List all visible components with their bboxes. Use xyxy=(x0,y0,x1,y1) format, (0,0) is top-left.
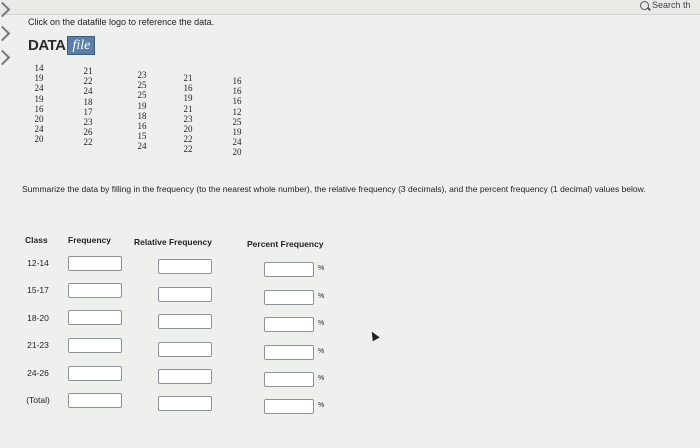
search-text: Search th xyxy=(652,0,691,10)
data-value: 15 xyxy=(137,131,147,142)
data-value: 25 xyxy=(137,80,147,91)
frequency-input[interactable] xyxy=(68,366,122,381)
left-edge-nav xyxy=(0,0,11,448)
percent-sign: % xyxy=(318,402,325,409)
data-value: 21 xyxy=(83,66,93,76)
mouse-cursor xyxy=(368,329,380,342)
chevron-right-icon[interactable] xyxy=(0,49,11,66)
data-value: 19 xyxy=(232,127,242,138)
percent-sign: % xyxy=(318,265,325,272)
data-value: 21 xyxy=(183,103,193,114)
data-value: 24 xyxy=(137,141,147,152)
data-column: 23 25 25 19 18 16 15 24 xyxy=(132,70,152,152)
data-value: 23 xyxy=(137,70,147,80)
data-value: 19 xyxy=(34,73,44,84)
class-label: 12-14 xyxy=(27,258,49,268)
data-value: 20 xyxy=(34,134,44,145)
data-value: 16 xyxy=(183,83,193,94)
data-value: 22 xyxy=(83,76,93,87)
data-column: 21 22 24 18 17 23 26 22 xyxy=(78,66,98,148)
datafile-logo[interactable]: DATA file xyxy=(28,36,96,55)
question-prompt: Summarize the data by filling in the fre… xyxy=(22,184,646,194)
search-icon xyxy=(640,0,649,10)
percent-sign: % xyxy=(318,320,325,327)
data-value: 19 xyxy=(34,93,44,104)
data-value: 16 xyxy=(137,121,147,132)
data-value: 24 xyxy=(34,124,44,135)
data-column: 16 16 16 12 25 19 24 20 xyxy=(227,76,247,158)
class-label: 21-23 xyxy=(27,340,49,350)
relative-frequency-input[interactable] xyxy=(158,396,212,411)
percent-sign: % xyxy=(318,348,325,355)
data-value: 19 xyxy=(183,93,193,104)
data-column: 14 19 24 19 16 20 24 20 xyxy=(29,63,49,145)
data-value: 20 xyxy=(34,114,44,125)
data-value: 23 xyxy=(183,113,193,124)
percent-frequency-input[interactable] xyxy=(264,372,314,387)
header-percent-frequency: Percent Frequency xyxy=(247,239,324,249)
percent-sign: % xyxy=(318,375,325,382)
logo-word: DATA xyxy=(28,37,66,54)
data-value: 18 xyxy=(83,96,93,107)
browser-top-bar: Search th xyxy=(0,0,700,15)
data-value: 14 xyxy=(34,63,44,73)
instruction-text: Click on the datafile logo to reference … xyxy=(28,17,215,27)
header-class: Class xyxy=(25,235,48,245)
data-value: 12 xyxy=(232,106,242,117)
relative-frequency-input[interactable] xyxy=(158,369,212,384)
data-value: 22 xyxy=(183,134,193,145)
data-value: 20 xyxy=(232,147,242,158)
data-value: 18 xyxy=(137,110,147,121)
data-value: 16 xyxy=(232,76,242,86)
logo-badge: file xyxy=(67,36,96,55)
relative-frequency-input[interactable] xyxy=(158,287,212,302)
data-column: 21 16 19 21 23 20 22 22 xyxy=(178,73,198,155)
data-value: 16 xyxy=(232,96,242,107)
search-box[interactable]: Search th xyxy=(640,0,691,10)
data-value: 20 xyxy=(183,124,193,135)
chevron-right-icon[interactable] xyxy=(0,25,11,42)
data-value: 16 xyxy=(232,86,242,97)
percent-sign: % xyxy=(318,293,325,300)
data-value: 25 xyxy=(137,90,147,101)
header-relative-frequency: Relative Frequency xyxy=(134,237,212,247)
data-value: 23 xyxy=(83,117,93,128)
data-value: 25 xyxy=(232,116,242,127)
percent-frequency-input[interactable] xyxy=(264,345,314,360)
class-label: 24-26 xyxy=(27,368,49,378)
class-label: 15-17 xyxy=(27,285,49,295)
relative-frequency-input[interactable] xyxy=(158,259,212,274)
percent-frequency-input[interactable] xyxy=(264,262,314,277)
data-value: 17 xyxy=(83,106,93,117)
data-value: 19 xyxy=(137,100,147,111)
frequency-input[interactable] xyxy=(68,256,122,271)
percent-frequency-input[interactable] xyxy=(264,399,314,414)
data-value: 26 xyxy=(83,127,93,138)
frequency-input[interactable] xyxy=(68,310,122,325)
percent-frequency-input[interactable] xyxy=(264,290,314,305)
data-value: 22 xyxy=(83,137,93,148)
data-value: 24 xyxy=(83,86,93,97)
class-label: 18-20 xyxy=(27,313,49,323)
header-frequency: Frequency xyxy=(68,235,111,245)
relative-frequency-input[interactable] xyxy=(158,314,212,329)
data-value: 24 xyxy=(34,83,44,94)
data-value: 22 xyxy=(183,144,193,155)
frequency-input[interactable] xyxy=(68,338,122,353)
class-label: (Total) xyxy=(26,395,50,405)
data-value: 21 xyxy=(183,73,193,83)
percent-frequency-input[interactable] xyxy=(264,317,314,332)
frequency-input[interactable] xyxy=(68,283,122,298)
relative-frequency-input[interactable] xyxy=(158,342,212,357)
data-value: 16 xyxy=(34,103,44,114)
data-value: 24 xyxy=(232,137,242,148)
frequency-input[interactable] xyxy=(68,393,122,408)
